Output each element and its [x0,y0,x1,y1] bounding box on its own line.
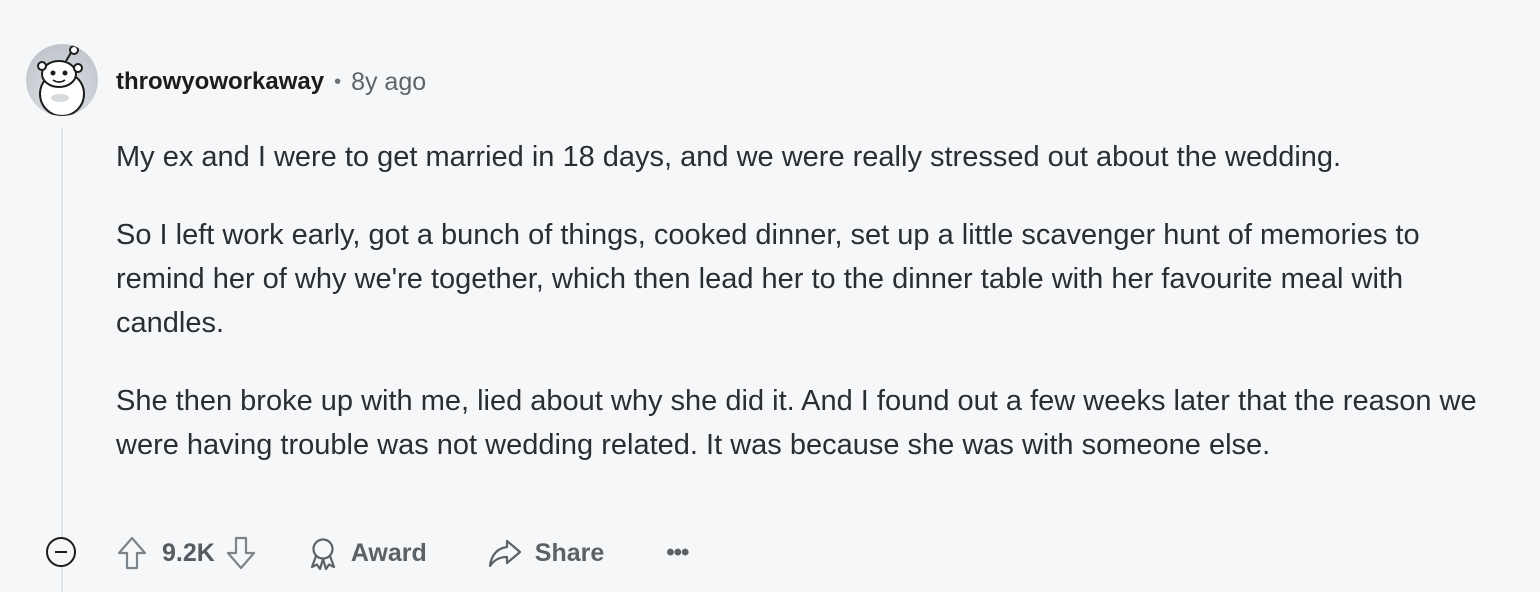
award-button[interactable]: Award [307,536,427,570]
more-horizontal-icon: ••• [666,539,689,566]
snoo-avatar-icon [37,45,85,116]
comment-meta: throwyoworkaway • 8y ago [116,66,426,98]
more-options-button[interactable]: ••• [666,539,689,567]
share-label: Share [534,538,605,567]
share-button[interactable]: Share [487,537,604,569]
comment: throwyoworkaway • 8y ago My ex and I wer… [0,0,1540,592]
share-arrow-icon [487,537,523,569]
comment-timestamp[interactable]: 8y ago [351,68,426,97]
upvote-arrow-icon[interactable] [116,535,148,571]
comment-body: My ex and I were to get married in 18 da… [116,135,1506,501]
meta-separator: • [334,70,342,93]
author-name[interactable]: throwyoworkaway [116,68,324,96]
collapse-minus-icon [55,551,67,553]
vote-score: 9.2K [162,538,215,567]
downvote-arrow-icon[interactable] [225,535,257,571]
comment-paragraph: She then broke up with me, lied about wh… [116,385,1477,461]
thread-line[interactable] [61,128,63,592]
award-label: Award [350,538,427,567]
award-ribbon-icon [307,536,339,570]
comment-paragraph: My ex and I were to get married in 18 da… [116,141,1342,173]
collapse-button[interactable] [46,537,76,567]
comment-actions: 9.2K Award Share ••• [116,532,689,574]
comment-paragraph: So I left work early, got a bunch of thi… [116,219,1420,339]
avatar[interactable] [26,44,98,116]
